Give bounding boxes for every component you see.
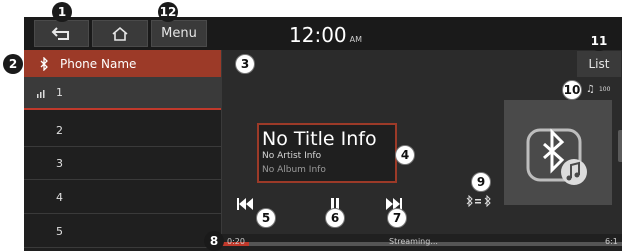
callout-2: 2: [3, 54, 23, 74]
album-art: [504, 100, 612, 205]
home-icon: [112, 26, 128, 41]
clock: 12:00 AM: [289, 23, 362, 47]
previous-button[interactable]: [236, 196, 254, 215]
callout-8: 8: [204, 231, 224, 251]
artist-name: No Artist Info: [262, 151, 322, 161]
equalizer-icon: [37, 90, 45, 98]
clock-time: 12:00: [289, 23, 347, 47]
list-item[interactable]: 3: [24, 147, 221, 180]
music-note-icon: ♫: [586, 84, 595, 95]
callout-1: 1: [52, 2, 72, 22]
home-button[interactable]: [92, 20, 148, 47]
bluetooth-link-icon: [466, 194, 491, 208]
track-number: 2: [56, 123, 63, 137]
list-item[interactable]: 5: [24, 215, 221, 248]
list-button[interactable]: List: [577, 51, 621, 77]
callout-5: 5: [256, 208, 276, 228]
clock-suffix: AM: [349, 35, 363, 44]
bluetooth-music-icon: [526, 128, 587, 185]
list-item[interactable]: 1: [24, 77, 221, 110]
track-list-panel: Phone Name 1 2 3 4 5: [24, 50, 222, 251]
volume-indicator: ♫ 100: [586, 84, 610, 95]
callout-6: 6: [325, 208, 345, 228]
track-number: 4: [56, 190, 63, 204]
volume-value: 100: [598, 86, 611, 93]
callout-7: 7: [387, 208, 407, 228]
total-time: 6:1: [605, 237, 618, 246]
callout-10: 10: [562, 80, 582, 100]
progress-bar[interactable]: 0:20 Streaming... 6:1: [221, 234, 622, 251]
track-number: 3: [56, 156, 63, 170]
track-number: 5: [56, 224, 63, 238]
bluetooth-icon: [40, 56, 48, 71]
side-handle[interactable]: [618, 130, 622, 162]
top-bar: Menu 12:00 AM: [24, 17, 622, 50]
list-item[interactable]: 2: [24, 114, 221, 147]
album-name: No Album Info: [262, 165, 326, 175]
list-item[interactable]: 4: [24, 181, 221, 214]
phone-name-label: Phone Name: [60, 56, 137, 71]
back-button[interactable]: [34, 20, 89, 47]
menu-button[interactable]: Menu: [151, 20, 207, 47]
callout-12: 12: [158, 2, 178, 22]
song-info-box: No Title Info No Artist Info No Album In…: [257, 123, 397, 183]
skip-back-icon: [237, 198, 253, 210]
callout-9: 9: [471, 172, 491, 192]
callout-11: 11: [589, 31, 609, 51]
elapsed-time: 0:20: [227, 237, 245, 246]
media-screen: Menu 12:00 AM Phone Name 1 2 3 4 5 List ♫…: [24, 17, 622, 251]
song-title: No Title Info: [262, 128, 377, 150]
back-icon: [51, 26, 69, 40]
callout-3: 3: [235, 54, 255, 74]
streaming-status: Streaming...: [389, 237, 438, 246]
bluetooth-connection-status: [465, 194, 495, 210]
track-number: 1: [56, 86, 63, 99]
callout-4: 4: [395, 145, 415, 165]
phone-name-tab[interactable]: Phone Name: [24, 50, 221, 77]
